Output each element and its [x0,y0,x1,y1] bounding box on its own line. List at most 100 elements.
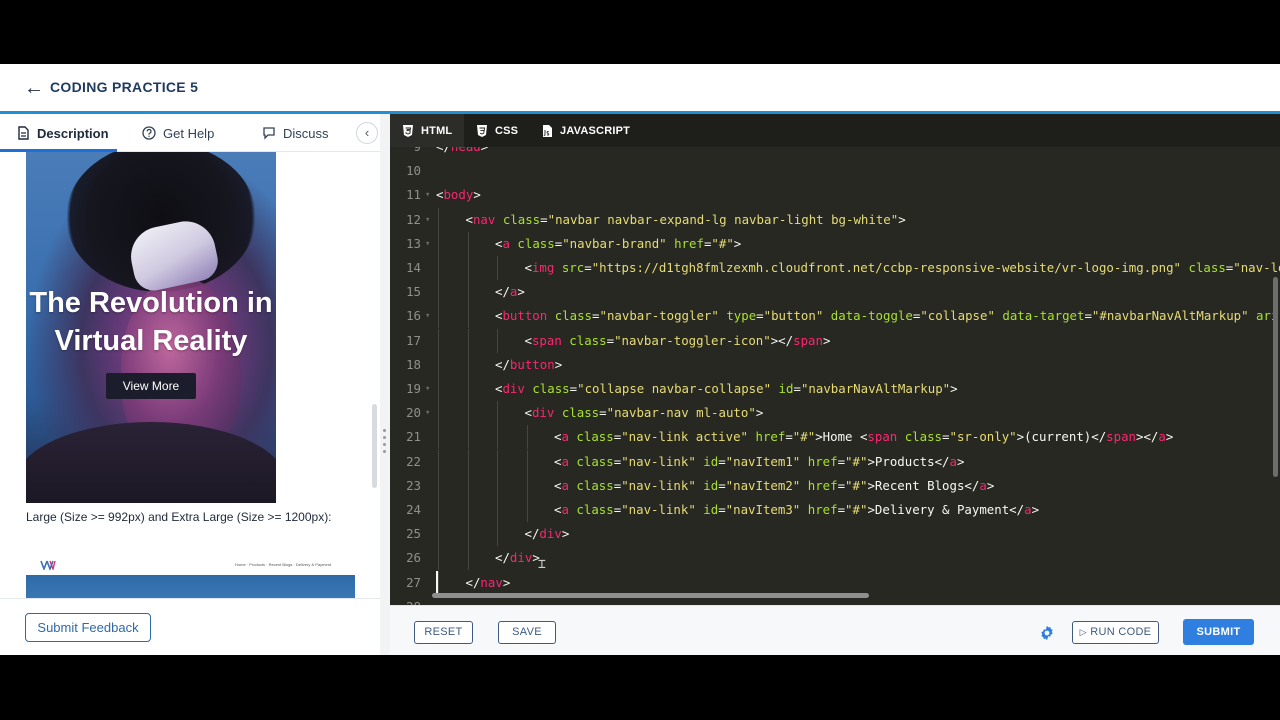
drag-handle-icon[interactable] [383,429,387,463]
tab-javascript-label: JAVASCRIPT [560,124,631,137]
code-text: <div class="collapse navbar-collapse" id… [495,381,958,396]
line-number: 23 [406,477,421,493]
indent-guide [467,449,469,474]
submit-button[interactable]: SUBMIT [1183,619,1254,645]
help-circle-icon [142,126,156,140]
indent-guide [526,449,528,474]
indent-guide [467,280,469,305]
code-line[interactable]: 12 ▾ <nav class="navbar navbar-expand-lg n… [390,207,1280,232]
indent-guide [497,328,498,353]
code-line[interactable]: 25 </div> [390,522,1280,547]
collapse-panel-button[interactable]: ‹ [356,122,378,144]
description-content[interactable]: The Revolution in Virtual Reality View M… [0,152,380,598]
line-number: 18 [406,356,421,372]
fold-arrow-icon[interactable]: ▾ [425,377,430,401]
fold-arrow-icon[interactable]: ▾ [425,232,430,256]
tab-discuss[interactable]: Discuss [262,114,329,152]
code-text: <a class="navbar-brand" href="#"> [495,235,742,251]
code-line[interactable]: 16 ▾ <button class="navbar-toggler" type="… [390,304,1280,329]
code-line[interactable]: 13 ▾ <a class="navbar-brand" href="#"> [390,231,1280,256]
indent-guide [438,207,439,232]
code-text: <a class="nav-link active" href="#">Home… [554,429,1174,445]
code-area[interactable]: 9</head> 10 11▾<body>12▾<nav class="navbar… [390,147,1280,605]
code-line[interactable]: 23 <a class="nav-link" id="navItem2" href… [390,473,1280,498]
indent-guide [438,401,439,426]
html5-icon [403,124,413,137]
app-window: ← CODING PRACTICE 5 Description Get Help… [0,64,1280,655]
tab-css-label: CSS [495,124,519,137]
tab-get-help[interactable]: Get Help [142,114,214,152]
gear-icon[interactable] [1039,625,1055,641]
code-text: </head> [436,147,488,159]
indent-guide [438,304,439,329]
horizontal-scrollbar[interactable] [432,593,869,598]
code-text: <a class="nav-link" id="navItem3" href="… [554,502,1040,517]
submit-feedback-button[interactable]: Submit Feedback [25,613,151,642]
left-scrollbar[interactable] [372,404,377,488]
code-line[interactable]: 17 <span class="navbar-toggler-icon"></sp… [390,328,1280,353]
indent-guide [497,256,498,280]
indent-guide [526,425,528,450]
left-tabs: Description Get Help Discuss ‹ [0,114,380,152]
panel-splitter[interactable] [380,114,390,655]
code-line[interactable]: 26 </div> [390,546,1280,571]
play-icon: ▷ [1079,627,1087,637]
indent-guide [467,498,469,522]
code-text: <span class="navbar-toggler-icon"></span… [524,332,831,348]
fold-arrow-icon[interactable]: ▾ [425,304,430,328]
run-code-button[interactable]: ▷ RUN CODE [1072,621,1159,644]
tab-get-help-label: Get Help [163,125,215,141]
code-line[interactable]: 24 <a class="nav-link" id="navItem3" href… [390,498,1280,522]
css3-icon [477,124,487,137]
line-number: 10 [406,163,421,179]
tab-css[interactable]: CSS [476,114,518,147]
indent-guide [497,401,498,426]
top-header: ← CODING PRACTICE 5 [0,64,1280,111]
line-number: 17 [406,332,421,348]
code-line[interactable]: 15 </a> [390,280,1280,305]
tab-javascript[interactable]: JAVASCRIPT [541,114,630,147]
line-number: 20 [406,405,421,421]
indent-guide [467,256,469,280]
fold-arrow-icon[interactable]: ▾ [425,208,430,232]
vertical-scrollbar[interactable] [1273,277,1278,477]
indent-guide [497,498,498,522]
indent-guide [467,401,469,426]
code-text: </div> [495,550,540,566]
back-arrow-icon[interactable]: ← [24,78,44,98]
indent-guide [438,425,439,450]
file-icon [18,126,29,140]
code-editor[interactable]: HTML CSS JAVASCRIPT 9</head>1011▾<body>1… [390,114,1280,605]
ibeam-cursor-icon: ⌶ [538,557,546,572]
editor-footer: RESET SAVE ▷ RUN CODE SUBMIT [390,605,1280,655]
reset-button[interactable]: RESET [414,621,473,644]
hero-shoulder-shape [26,422,276,503]
hero-title: The Revolution in Virtual Reality [29,287,273,357]
vr-logo-icon [40,560,56,570]
code-line[interactable]: 18 </button> [390,352,1280,377]
tab-html[interactable]: HTML [390,114,464,147]
save-button[interactable]: SAVE [498,621,556,644]
preview-banner-image [26,575,355,598]
text-cursor [436,570,438,593]
code-line[interactable]: 19 ▾ <div class="collapse navbar-collapse"… [390,377,1280,401]
code-line[interactable]: 14 <img src="https://d1tgh8fmlzexmh.cloud… [390,256,1280,280]
code-line[interactable]: 9 </head> [390,147,1280,159]
preview-nav-links: Home · Products · Recent Blogs · Deliver… [235,562,332,567]
fold-arrow-icon[interactable]: ▾ [425,183,430,207]
indent-guide [467,304,469,329]
tab-html-label: HTML [421,124,453,137]
indent-guide [438,546,439,571]
code-line[interactable]: 10 [390,159,1280,183]
indent-guide [438,352,439,377]
view-more-button[interactable]: View More [106,373,196,399]
code-line[interactable]: 22 <a class="nav-link" id="navItem1" href… [390,449,1280,474]
code-line[interactable]: 21 <a class="nav-link active" href="#">Ho… [390,425,1280,450]
indent-guide [467,328,469,353]
code-line[interactable]: 11 ▾ <body> [390,183,1280,207]
code-line[interactable]: 27 </nav> [390,570,1280,595]
code-line[interactable]: 20 ▾ <div class="navbar-nav ml-auto"> [390,401,1280,426]
tab-description[interactable]: Description [16,114,109,152]
fold-arrow-icon[interactable]: ▾ [425,401,430,425]
code-text: <a class="nav-link" id="navItem1" href="… [554,453,965,469]
